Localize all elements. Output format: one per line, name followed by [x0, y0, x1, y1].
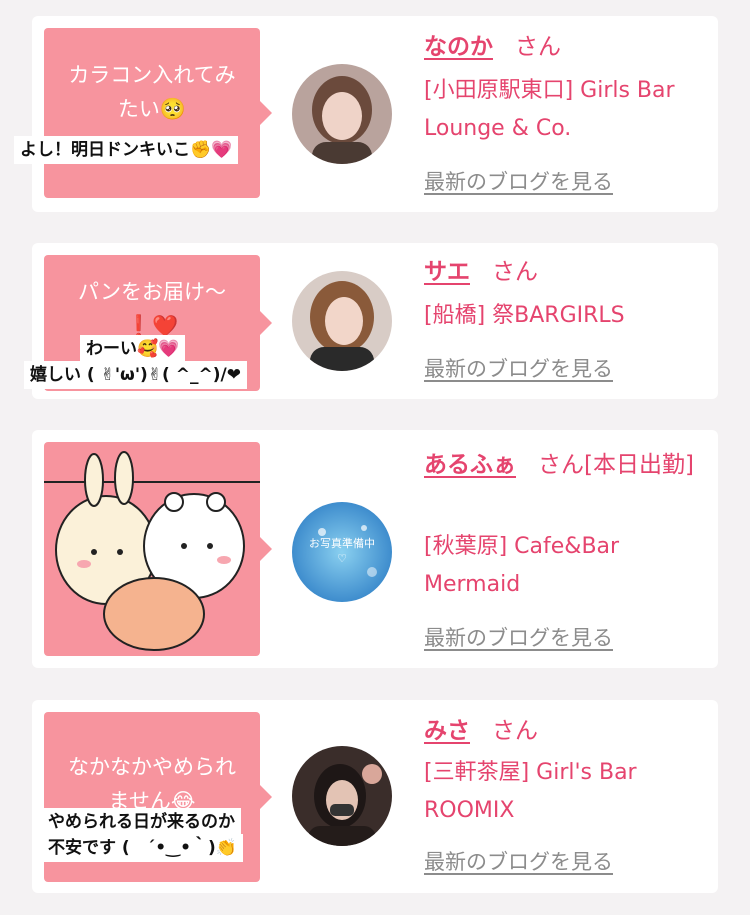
girl-card[interactable]: パンをお届け〜❗️❤️ わーい🥰💗 嬉しい ( ✌︎'ω')✌︎( ^_^)/❤… [24, 243, 718, 399]
honorific: さん [515, 34, 561, 60]
girl-name-link[interactable]: あるふぁ [424, 452, 516, 478]
name-row: みさ さん [424, 714, 538, 748]
cartoon-characters-illustration [44, 451, 260, 651]
avatar[interactable] [292, 271, 392, 371]
name-row: あるふぁ さん[本日出勤] [424, 446, 714, 484]
girl-card[interactable]: なかなかやめられません😂 やめられる日が来るのか 不安です ( ´•‿•｀)👏 … [32, 700, 718, 893]
latest-blog-link[interactable]: 最新のブログを見る [424, 846, 613, 876]
girl-name-link[interactable]: サエ [424, 259, 470, 285]
honorific: さん[本日出勤] [538, 452, 694, 478]
message-sticker: 不安です ( ´•‿•｀)👏 [42, 834, 243, 862]
message-sticker: 嬉しい ( ✌︎'ω')✌︎( ^_^)/❤ [24, 361, 247, 389]
girl-card[interactable]: お写真準備中♡ あるふぁ さん[本日出勤] [秋葉原] Cafe&Bar Merm… [32, 430, 718, 668]
message-sticker: よし！明日ドンキいこ✊💗 [14, 136, 239, 164]
avatar-placeholder-text: お写真準備中♡ [309, 537, 375, 565]
girl-card[interactable]: カラコン入れてみたい🥺 よし！明日ドンキいこ✊💗 なのか さん [小田原駅東口] … [14, 16, 718, 212]
shop-name[interactable]: [船橋] 祭BARGIRLS [424, 297, 714, 335]
avatar[interactable] [292, 746, 392, 846]
bubble-message: パンをお届け〜❗️❤️ [77, 280, 227, 338]
name-row: なのか さん [424, 30, 561, 64]
honorific: さん [492, 259, 538, 285]
message-sticker: やめられる日が来るのか [42, 808, 241, 836]
honorific: さん [492, 718, 538, 744]
message-bubble[interactable] [44, 442, 272, 656]
name-row: サエ さん [424, 255, 538, 289]
message-bubble[interactable]: カラコン入れてみたい🥺 [44, 28, 272, 198]
girl-name-link[interactable]: なのか [424, 34, 493, 60]
message-sticker: わーい🥰💗 [80, 335, 186, 363]
girl-name-link[interactable]: みさ [424, 718, 470, 744]
latest-blog-link[interactable]: 最新のブログを見る [424, 166, 613, 196]
avatar[interactable]: お写真準備中♡ [292, 502, 392, 602]
shop-name[interactable]: [三軒茶屋] Girl's Bar ROOMIX [424, 754, 714, 830]
latest-blog-link[interactable]: 最新のブログを見る [424, 353, 613, 383]
avatar[interactable] [292, 64, 392, 164]
shop-name[interactable]: [秋葉原] Cafe&Bar Mermaid [424, 528, 714, 604]
shop-name[interactable]: [小田原駅東口] Girls Bar Lounge & Co. [424, 72, 714, 148]
latest-blog-link[interactable]: 最新のブログを見る [424, 622, 613, 652]
bubble-message: カラコン入れてみたい🥺 [68, 63, 236, 121]
